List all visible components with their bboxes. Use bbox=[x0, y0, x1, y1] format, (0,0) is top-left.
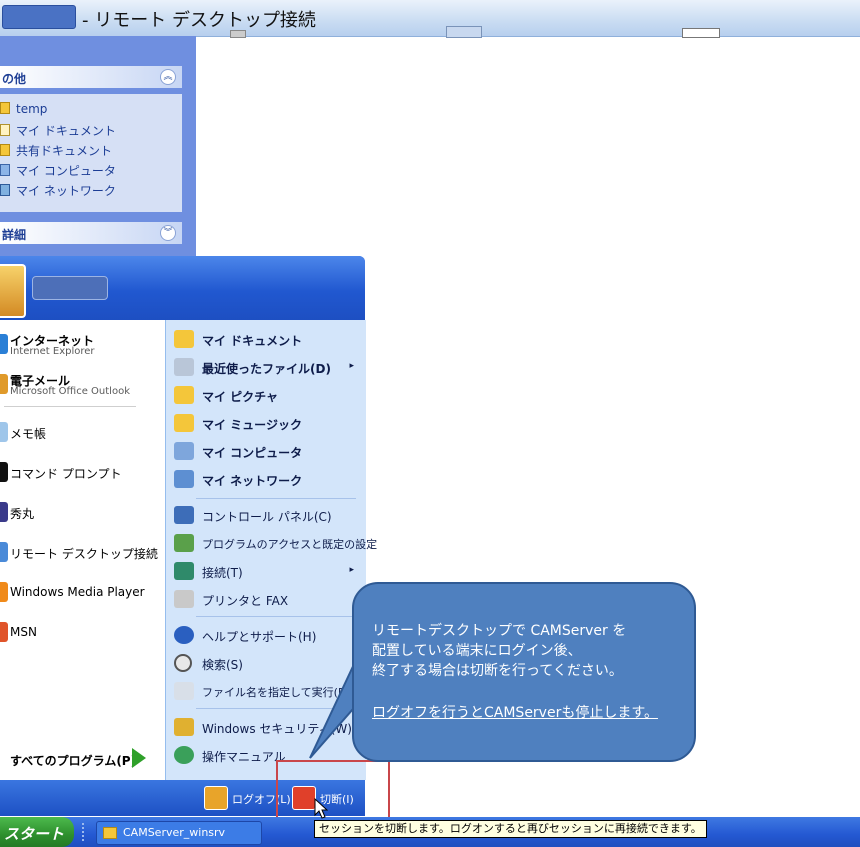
menu-my-computer[interactable]: マイ コンピュータ bbox=[172, 438, 364, 464]
start-button[interactable]: スタート bbox=[0, 817, 74, 847]
mouse-cursor-icon bbox=[314, 798, 328, 819]
submenu-arrow-icon: ▸ bbox=[349, 361, 354, 371]
recent-hidemaru[interactable]: 秀丸 bbox=[0, 492, 165, 532]
callout-line-1: リモートデスクトップで CAMServer を bbox=[372, 623, 627, 639]
network-icon bbox=[0, 184, 10, 196]
recent-media-player[interactable]: Windows Media Player bbox=[0, 572, 165, 612]
link-my-documents[interactable]: マイ ドキュメント bbox=[0, 122, 116, 139]
network-icon bbox=[174, 470, 194, 488]
recent-files-icon bbox=[174, 358, 194, 376]
program-access-icon bbox=[174, 534, 194, 552]
window-title: - リモート デスクトップ接続 bbox=[82, 10, 316, 31]
taskbar-grip[interactable] bbox=[82, 823, 90, 841]
printer-icon bbox=[174, 590, 194, 608]
pictures-folder-icon bbox=[174, 386, 194, 404]
link-my-computer[interactable]: マイ コンピュータ bbox=[0, 162, 116, 179]
key-icon bbox=[204, 786, 228, 810]
recent-msn[interactable]: MSN bbox=[0, 612, 165, 652]
recent-notepad[interactable]: メモ帳 bbox=[0, 412, 165, 452]
recent-command-prompt[interactable]: コマンド プロンプト bbox=[0, 452, 165, 492]
background-file-icon bbox=[682, 28, 720, 38]
computer-icon bbox=[174, 442, 194, 460]
help-icon bbox=[174, 626, 194, 644]
all-programs-button[interactable]: すべてのプログラム(P) bbox=[0, 740, 165, 776]
menu-my-music[interactable]: マイ ミュージック bbox=[172, 410, 364, 436]
folder-icon bbox=[103, 827, 117, 839]
explorer-task-pane: の他 ︽ temp マイ ドキュメント 共有ドキュメント マイ コンピュータ マ… bbox=[0, 36, 196, 266]
internet-explorer-icon bbox=[0, 334, 8, 354]
documents-folder-icon bbox=[0, 124, 10, 136]
link-shared-documents[interactable]: 共有ドキュメント bbox=[0, 142, 112, 159]
menu-my-network[interactable]: マイ ネットワーク bbox=[172, 466, 364, 492]
manual-icon bbox=[174, 746, 194, 764]
callout-line-3: 終了する場合は切断を行ってください。 bbox=[372, 663, 623, 679]
remote-desktop-title-bar[interactable]: - リモート デスクトップ接続 bbox=[0, 0, 860, 38]
start-menu-header bbox=[0, 256, 365, 320]
remote-desktop-icon bbox=[0, 542, 8, 562]
menu-connect[interactable]: 接続(T) ▸ bbox=[172, 558, 364, 584]
separator bbox=[196, 616, 356, 617]
taskbar-item-camserver[interactable]: CAMServer_winsrv bbox=[96, 821, 262, 845]
menu-my-pictures[interactable]: マイ ピクチャ bbox=[172, 382, 364, 408]
details-title: 詳細 bbox=[2, 228, 27, 242]
folder-icon bbox=[0, 102, 10, 114]
music-folder-icon bbox=[174, 414, 194, 432]
run-icon bbox=[174, 682, 194, 700]
menu-recent-files[interactable]: 最近使ったファイル(D) ▸ bbox=[172, 354, 364, 380]
separator bbox=[196, 498, 356, 499]
background-file-icon bbox=[446, 26, 482, 38]
menu-control-panel[interactable]: コントロール パネル(C) bbox=[172, 502, 364, 528]
instruction-callout: リモートデスクトップで CAMServer を 配置している端末にログイン後、 … bbox=[352, 582, 696, 762]
callout-line-2: 配置している端末にログイン後、 bbox=[372, 643, 582, 659]
disconnect-tooltip: セッションを切断します。ログオンすると再びセッションに再接続できます。 bbox=[314, 820, 707, 838]
green-arrow-icon bbox=[132, 748, 146, 768]
callout-warning: ログオフを行うとCAMServerも停止します。 bbox=[372, 705, 658, 721]
details-header[interactable]: 詳細 ︾ bbox=[0, 222, 182, 244]
menu-printers-fax[interactable]: プリンタと FAX bbox=[172, 586, 364, 612]
notepad-icon bbox=[0, 422, 8, 442]
background-file-icon bbox=[230, 30, 246, 38]
submenu-arrow-icon: ▸ bbox=[349, 565, 354, 575]
computer-icon bbox=[0, 164, 10, 176]
disconnect-highlight bbox=[276, 760, 390, 824]
host-name-redacted bbox=[2, 5, 76, 29]
outlook-icon bbox=[0, 374, 8, 394]
msn-icon bbox=[0, 622, 8, 642]
recent-remote-desktop[interactable]: リモート デスクトップ接続 bbox=[0, 532, 165, 572]
lock-icon bbox=[174, 718, 194, 736]
menu-program-access[interactable]: プログラムのアクセスと既定の設定 bbox=[172, 530, 377, 556]
user-name-redacted bbox=[32, 276, 108, 300]
pinned-email[interactable]: 電子メール Microsoft Office Outlook bbox=[0, 364, 165, 404]
chevron-down-icon[interactable]: ︾ bbox=[160, 225, 176, 241]
other-places-panel: temp マイ ドキュメント 共有ドキュメント マイ コンピュータ マイ ネット… bbox=[0, 94, 182, 212]
menu-my-documents[interactable]: マイ ドキュメント bbox=[172, 326, 364, 352]
other-places-header[interactable]: の他 ︽ bbox=[0, 66, 182, 88]
chevron-up-icon[interactable]: ︽ bbox=[160, 69, 176, 85]
link-temp[interactable]: temp bbox=[0, 102, 47, 116]
control-panel-icon bbox=[174, 506, 194, 524]
search-icon bbox=[174, 654, 192, 672]
pinned-internet[interactable]: インターネット Internet Explorer bbox=[0, 324, 165, 364]
command-prompt-icon bbox=[0, 462, 8, 482]
start-menu-programs: インターネット Internet Explorer 電子メール Microsof… bbox=[0, 320, 165, 799]
media-player-icon bbox=[0, 582, 8, 602]
user-picture bbox=[0, 264, 26, 318]
shared-folder-icon bbox=[0, 144, 10, 156]
documents-folder-icon bbox=[174, 330, 194, 348]
hidemaru-icon bbox=[0, 502, 8, 522]
separator bbox=[4, 406, 136, 407]
other-places-title: の他 bbox=[2, 72, 27, 86]
link-my-network[interactable]: マイ ネットワーク bbox=[0, 182, 116, 199]
connect-globe-icon bbox=[174, 562, 194, 580]
